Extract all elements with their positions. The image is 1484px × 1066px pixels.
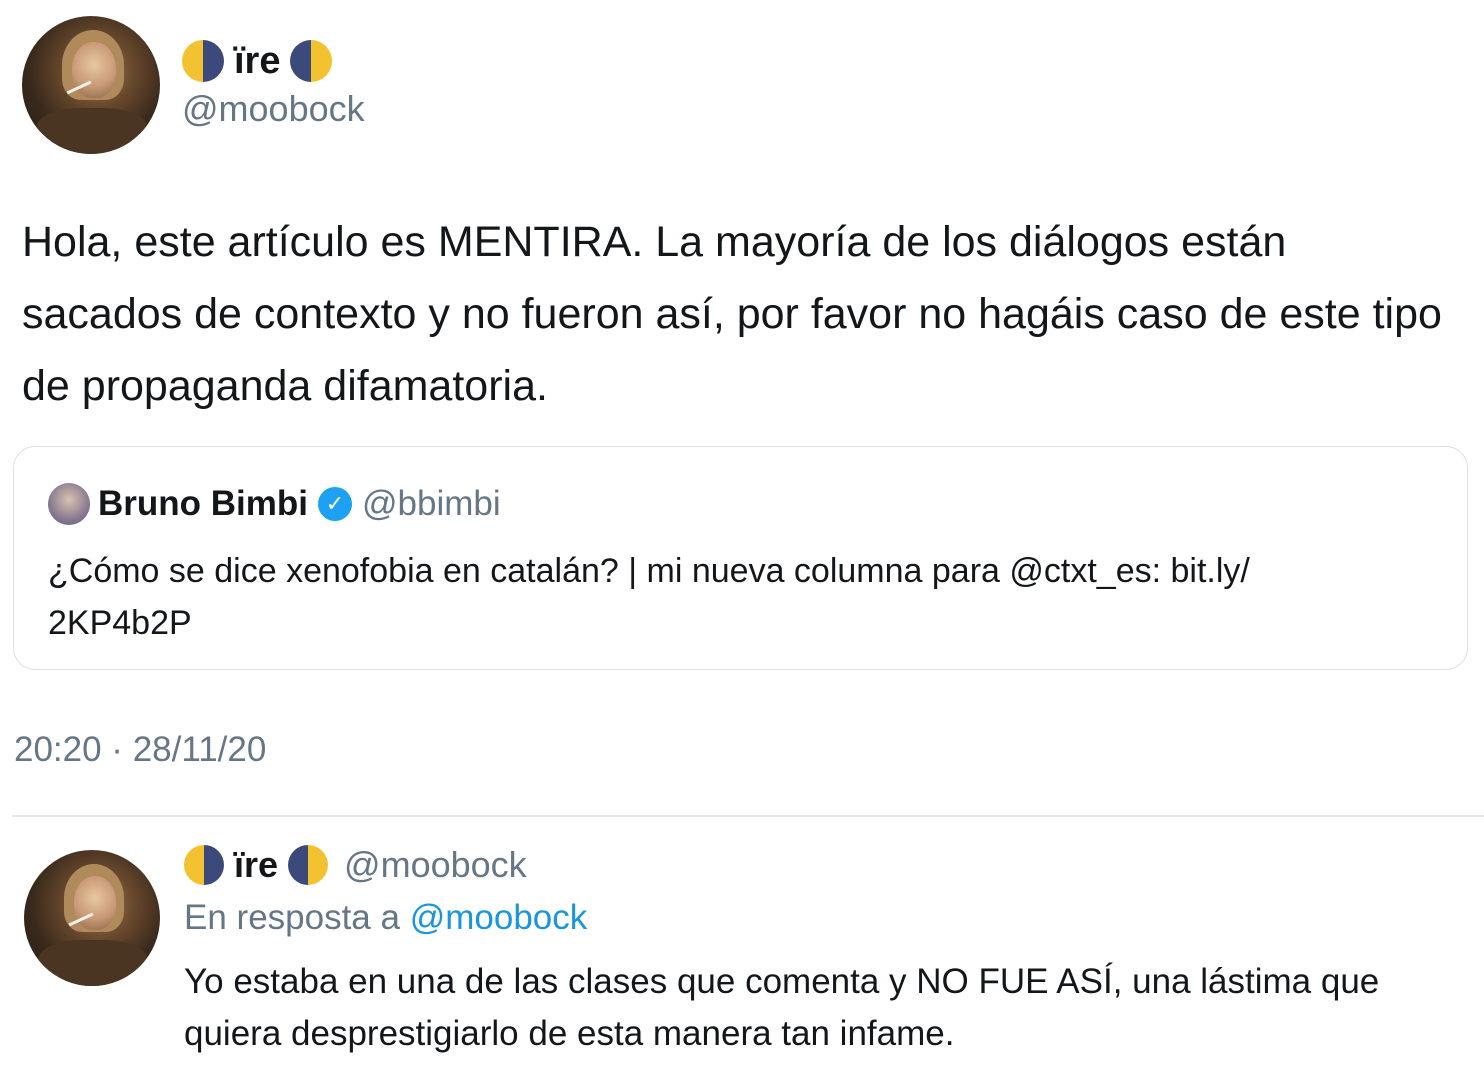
quoted-author-row: Bruno Bimbi ✓ @bbimbi xyxy=(98,479,501,529)
author-name-row[interactable]: ïre xyxy=(182,38,333,84)
divider xyxy=(12,815,1484,817)
waxing-moon-icon xyxy=(184,845,224,885)
quoted-author-avatar xyxy=(48,483,90,525)
waxing-moon-icon xyxy=(182,40,224,82)
reply-prefix: En resposta a xyxy=(184,898,400,937)
tweet-timestamp[interactable]: 20:20 · 28/11/20 xyxy=(14,730,266,770)
waning-moon-icon xyxy=(288,845,329,885)
quoted-display-name: Bruno Bimbi xyxy=(98,484,308,523)
reply-author-avatar[interactable] xyxy=(24,850,160,986)
verified-badge-icon: ✓ xyxy=(317,487,352,521)
quoted-handle: @bbimbi xyxy=(361,484,501,523)
reply-handle: @moobock xyxy=(344,844,527,885)
quoted-tweet-card[interactable]: Bruno Bimbi ✓ @bbimbi ¿Cómo se dice xeno… xyxy=(13,446,1468,670)
reply-context: En resposta a @moobock xyxy=(184,898,587,938)
author-avatar[interactable] xyxy=(22,16,160,154)
tweet-text: Hola, este artículo es MENTIRA. La mayor… xyxy=(22,218,1442,410)
reply-to-link[interactable]: @moobock xyxy=(410,898,588,937)
waning-moon-icon xyxy=(290,40,333,82)
reply-display-name: ïre xyxy=(234,844,279,885)
author-display-name: ïre xyxy=(234,39,281,82)
reply-text: Yo estaba en una de las clases que comen… xyxy=(184,962,1380,1053)
quoted-tweet-text: ¿Cómo se dice xenofobia en catalán? | mi… xyxy=(48,552,1250,642)
author-handle[interactable]: @moobock xyxy=(182,88,365,130)
reply-author-row[interactable]: ïre @moobock xyxy=(184,842,527,888)
